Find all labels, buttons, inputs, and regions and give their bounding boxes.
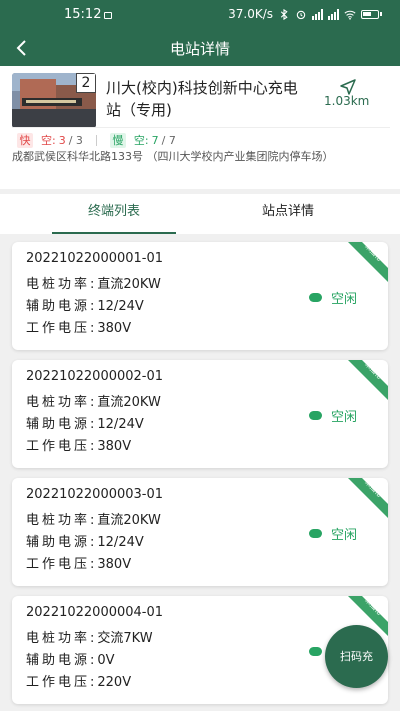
terminal-id: 20221022000003-01: [26, 487, 164, 502]
network-speed: 37.0K/s: [228, 7, 273, 21]
signal-icon-2: [328, 8, 339, 20]
terminal-status: 空闲: [309, 406, 357, 425]
aux-row: 辅助电源:12/24V: [26, 531, 144, 550]
terminal-card[interactable]: 20221022000001-01 电桩功率:直流20KW 辅助电源:12/24…: [12, 242, 388, 350]
voltage-value: 380V: [97, 557, 132, 572]
station-thumbnail[interactable]: 2: [12, 73, 96, 128]
aux-row: 辅助电源:12/24V: [26, 295, 144, 314]
aux-row: 辅助电源:0V: [26, 649, 115, 668]
charger-availability: 快 空: 3 / 3 慢 空: 7 / 7: [17, 132, 176, 148]
photo-count: 2: [76, 73, 96, 93]
separator: [95, 134, 97, 146]
signal-icon: [312, 8, 323, 20]
terminal-status: 空闲: [309, 524, 357, 543]
notification-icon: [104, 12, 112, 19]
station-distance: 1.03km: [324, 94, 370, 108]
slow-available-label: 空:: [133, 134, 149, 147]
status-icons: 37.0K/s: [228, 7, 382, 21]
status-dot: [309, 293, 322, 302]
page-title: 电站详情: [169, 40, 230, 58]
battery-icon: [361, 9, 382, 19]
slow-total: / 7: [161, 133, 176, 147]
power-value: 交流7KW: [97, 631, 153, 646]
slow-available-count: 7: [151, 133, 159, 147]
voltage-row: 工作电压:380V: [26, 553, 131, 572]
power-row: 电桩功率:直流20KW: [26, 391, 161, 410]
station-info: 2 川大(校内)科技创新中心充电站（专用) 1.03km 快 空: 3 / 3 …: [0, 66, 400, 189]
voltage-label: 工作电压:: [26, 439, 98, 454]
status-text: 空闲: [331, 410, 358, 425]
aux-label: 辅助电源:: [26, 653, 98, 668]
plug-status-ribbon: 未插枪: [348, 478, 388, 518]
power-row: 电桩功率:交流7KW: [26, 627, 153, 646]
plug-status-ribbon: 未插枪: [348, 360, 388, 400]
tab-station-details[interactable]: 站点详情: [226, 194, 350, 234]
terminal-card[interactable]: 20221022000003-01 电桩功率:直流20KW 辅助电源:12/24…: [12, 478, 388, 586]
status-time: 15:12: [64, 7, 102, 22]
terminal-id: 20221022000004-01: [26, 605, 164, 620]
aux-row: 辅助电源:12/24V: [26, 413, 144, 432]
fast-available-count: 3: [58, 133, 66, 147]
station-name: 川大(校内)科技创新中心充电站（专用): [106, 79, 298, 119]
plug-status-ribbon: 未插枪: [348, 242, 388, 282]
terminal-id: 20221022000001-01: [26, 251, 164, 266]
status-dot: [309, 411, 322, 420]
bluetooth-icon: [280, 8, 288, 20]
power-label: 电桩功率:: [26, 631, 98, 646]
power-label: 电桩功率:: [26, 277, 98, 292]
fast-available-label: 空:: [41, 134, 56, 147]
voltage-label: 工作电压:: [26, 321, 98, 336]
aux-value: 12/24V: [97, 417, 144, 432]
power-value: 直流20KW: [97, 277, 161, 292]
power-value: 直流20KW: [97, 395, 161, 410]
status-dot: [309, 529, 322, 538]
power-row: 电桩功率:直流20KW: [26, 273, 161, 292]
aux-label: 辅助电源:: [26, 299, 98, 314]
alarm-icon: [296, 10, 306, 19]
voltage-value: 380V: [97, 439, 132, 454]
aux-label: 辅助电源:: [26, 535, 98, 550]
fast-tag: 快: [17, 132, 33, 148]
voltage-row: 工作电压:380V: [26, 317, 131, 336]
aux-value: 0V: [97, 653, 115, 668]
power-row: 电桩功率:直流20KW: [26, 509, 161, 528]
terminal-status: 空闲: [309, 288, 357, 307]
aux-value: 12/24V: [97, 535, 144, 550]
voltage-label: 工作电压:: [26, 557, 98, 572]
status-dot: [309, 647, 322, 656]
app-header: 15:12 37.0K/s 电站详情: [0, 0, 400, 66]
terminal-id: 20221022000002-01: [26, 369, 164, 384]
voltage-value: 380V: [97, 321, 132, 336]
divider: [12, 127, 390, 128]
status-text: 空闲: [331, 292, 358, 307]
aux-label: 辅助电源:: [26, 417, 98, 432]
navbar: 电站详情: [0, 30, 400, 66]
power-label: 电桩功率:: [26, 513, 98, 528]
tab-bar: 终端列表 站点详情: [0, 194, 400, 234]
slow-tag: 慢: [109, 132, 126, 148]
voltage-row: 工作电压:220V: [26, 671, 131, 690]
fast-total: / 3: [68, 133, 83, 147]
power-value: 直流20KW: [97, 513, 161, 528]
voltage-label: 工作电压:: [26, 675, 98, 690]
wifi-icon: [344, 10, 356, 20]
tab-terminal-list[interactable]: 终端列表: [52, 194, 176, 234]
status-text: 空闲: [331, 528, 358, 543]
terminal-card[interactable]: 20221022000002-01 电桩功率:直流20KW 辅助电源:12/24…: [12, 360, 388, 468]
status-bar: 15:12 37.0K/s: [0, 0, 400, 30]
aux-value: 12/24V: [97, 299, 144, 314]
scan-to-charge-button[interactable]: 扫码充: [325, 625, 388, 688]
voltage-row: 工作电压:380V: [26, 435, 131, 454]
power-label: 电桩功率:: [26, 395, 98, 410]
station-address: 成都武侯区科华北路133号 （四川大学校内产业集团院内停车场）: [12, 150, 334, 163]
voltage-value: 220V: [97, 675, 132, 690]
